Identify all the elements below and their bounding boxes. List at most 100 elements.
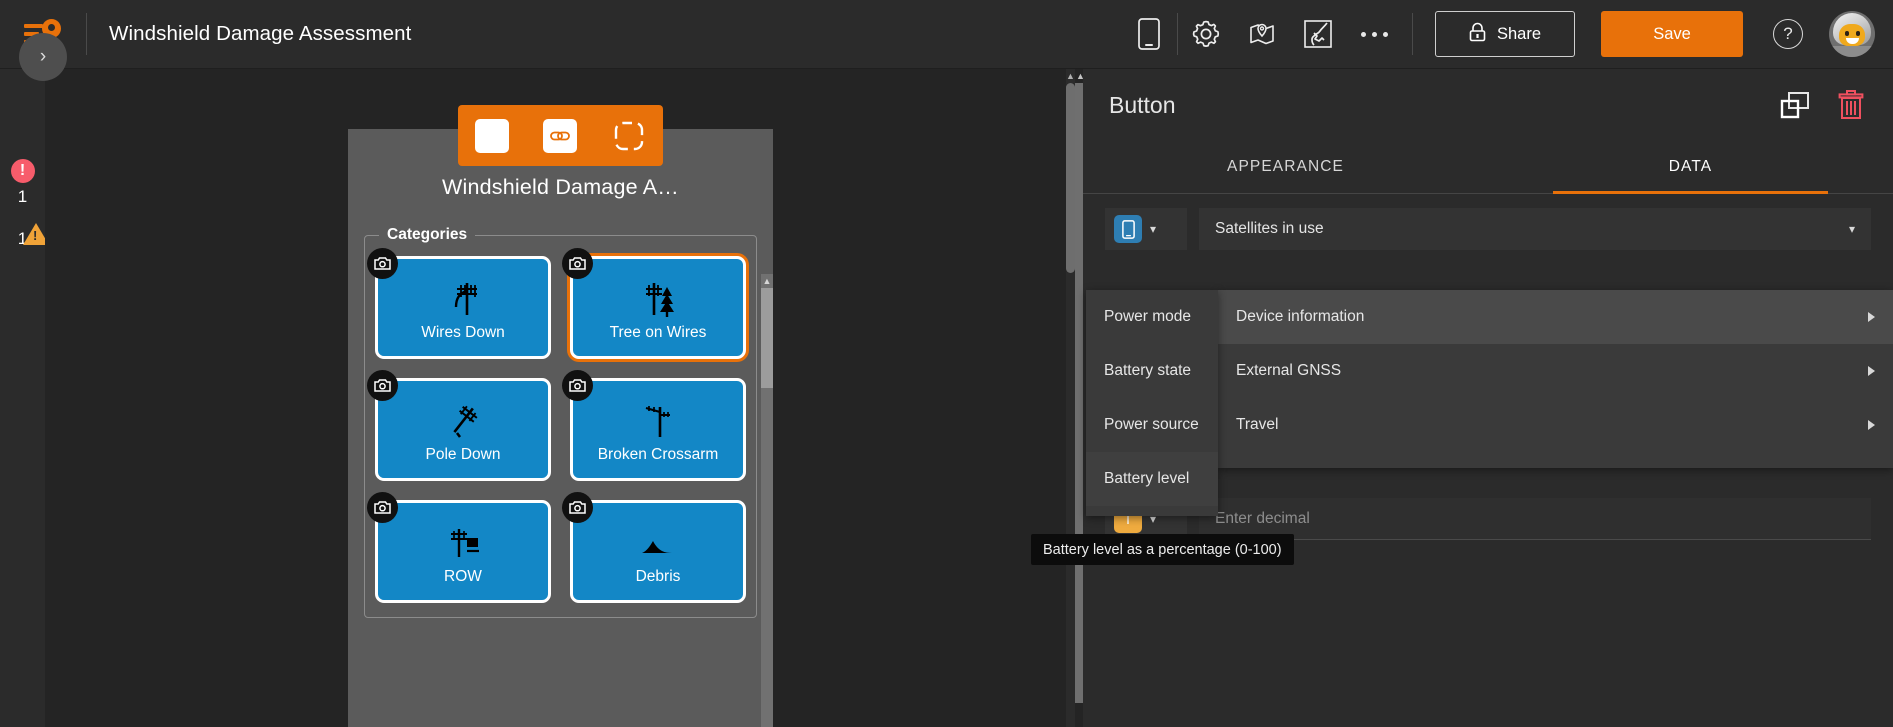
error-badge[interactable]: ! 1 — [0, 159, 45, 207]
share-button[interactable]: Share — [1435, 11, 1575, 57]
category-grid: Wires Down Tree on Wires Pole Down Broke… — [367, 248, 746, 603]
wires-down-icon — [441, 277, 485, 326]
map-pin-icon[interactable] — [1234, 6, 1290, 62]
menu-item-label: Power mode — [1104, 308, 1192, 325]
duplicate-tool-icon[interactable] — [612, 119, 646, 153]
chevron-right-icon — [1868, 312, 1875, 322]
satellites-select[interactable]: Satellites in use ▾ — [1199, 208, 1871, 250]
warning-badge[interactable]: 1 — [0, 223, 49, 249]
category-button-wires-down[interactable]: Wires Down — [367, 248, 551, 359]
menu-item-label: Device information — [1236, 308, 1365, 325]
duplicate-icon[interactable] — [1775, 85, 1815, 125]
categories-group-label: Categories — [387, 226, 468, 243]
save-button-label: Save — [1653, 24, 1691, 43]
expand-panel-label: › — [39, 46, 47, 67]
mobile-preview-icon[interactable] — [1121, 6, 1177, 62]
camera-icon[interactable] — [367, 370, 398, 401]
menu-item-battery-level[interactable]: Battery level — [1086, 452, 1218, 506]
device-submenu: Device information External GNSS Travel — [1218, 290, 1893, 468]
category-button-tree-on-wires[interactable]: Tree on Wires — [562, 248, 746, 359]
category-label: Broken Crossarm — [597, 446, 719, 463]
category-button-debris[interactable]: Debris — [562, 492, 746, 603]
satellites-select-value: Satellites in use — [1215, 220, 1324, 237]
category-label: Wires Down — [421, 324, 505, 341]
tab-data-label: DATA — [1668, 158, 1713, 175]
menu-item-label: Power source — [1104, 416, 1199, 433]
error-count: 1 — [17, 187, 28, 206]
camera-icon[interactable] — [562, 492, 593, 523]
tab-data[interactable]: DATA — [1488, 141, 1893, 194]
panel-tabs: APPEARANCE DATA — [1083, 141, 1893, 194]
validation-badges: ! 1 1 — [0, 159, 49, 265]
map-region-icon[interactable] — [1290, 6, 1346, 62]
field-type-picker[interactable]: ▾ — [1105, 208, 1187, 250]
category-button-row[interactable]: ROW — [367, 492, 551, 603]
form-canvas: Windshield Damage A… Categories Wires Do… — [45, 69, 1075, 727]
select-tool-icon[interactable] — [475, 118, 510, 153]
chevron-down-icon: ▾ — [1848, 222, 1855, 236]
category-label: Debris — [635, 568, 681, 585]
topbar-divider-3 — [1412, 13, 1413, 55]
help-icon-label: ? — [1783, 24, 1793, 43]
category-button-pole-down[interactable]: Pole Down — [367, 370, 551, 481]
link-tool-icon[interactable] — [543, 118, 578, 153]
camera-icon[interactable] — [562, 370, 593, 401]
topbar-icon-group — [1121, 6, 1402, 62]
tree-on-wires-icon — [636, 277, 680, 326]
trash-icon[interactable] — [1831, 85, 1871, 125]
menu-item-external-gnss[interactable]: External GNSS — [1218, 344, 1893, 398]
tab-appearance[interactable]: APPEARANCE — [1083, 141, 1488, 193]
menu-item-travel[interactable]: Travel — [1218, 398, 1893, 452]
share-button-label: Share — [1496, 24, 1542, 43]
tooltip: Battery level as a percentage (0-100) — [1031, 534, 1294, 565]
pole-down-icon — [441, 399, 485, 448]
form-preview-card: Windshield Damage A… Categories Wires Do… — [348, 129, 773, 727]
row-icon — [441, 521, 485, 570]
menu-item-power-mode[interactable]: Power mode — [1086, 290, 1218, 344]
camera-icon[interactable] — [367, 492, 398, 523]
menu-item-device-information[interactable]: Device information — [1218, 290, 1893, 344]
tooltip-text: Battery level as a percentage (0-100) — [1043, 541, 1282, 558]
canvas-scroll-up-icon[interactable]: ▲ — [1066, 69, 1075, 83]
chevron-down-icon: ▾ — [1150, 222, 1157, 236]
debris-icon — [636, 521, 680, 570]
accuracy-decimal-input[interactable]: Enter decimal — [1199, 498, 1871, 540]
tab-appearance-label: APPEARANCE — [1227, 158, 1344, 175]
expand-panel-button[interactable]: › — [19, 33, 67, 81]
menu-item-battery-state[interactable]: Battery state — [1086, 344, 1218, 398]
device-chip-icon — [1114, 215, 1142, 243]
more-options-icon[interactable] — [1346, 6, 1402, 62]
lock-icon — [1469, 22, 1486, 47]
category-label: ROW — [444, 568, 482, 585]
broken-crossarm-icon — [636, 399, 680, 448]
camera-icon[interactable] — [367, 248, 398, 279]
chevron-right-icon — [1868, 420, 1875, 430]
category-button-broken-crossarm[interactable]: Broken Crossarm — [562, 370, 746, 481]
camera-icon[interactable] — [562, 248, 593, 279]
category-label: Pole Down — [425, 446, 501, 463]
menu-item-label: Travel — [1236, 416, 1279, 433]
page-title: Windshield Damage Assessment — [109, 22, 412, 45]
menu-item-power-source[interactable]: Power source — [1086, 398, 1218, 452]
top-bar: Windshield Damage Assessment Share Save … — [0, 0, 1893, 69]
panel-header: Button — [1083, 69, 1893, 141]
chevron-right-icon — [1868, 366, 1875, 376]
canvas-scrollbar[interactable]: ▲ — [1066, 69, 1075, 727]
device-information-submenu: Power mode Battery state Power source Ba… — [1086, 290, 1218, 516]
menu-item-label: External GNSS — [1236, 362, 1342, 379]
menu-item-label: Battery state — [1104, 362, 1192, 379]
categories-group: Categories Wires Down Tree on Wires Pole… — [364, 226, 757, 618]
error-icon: ! — [10, 159, 35, 183]
form-inner-scrollbar[interactable]: ▲ — [761, 274, 773, 727]
left-rail: ! 1 1 — [0, 69, 49, 727]
menu-item-label: Battery level — [1104, 470, 1190, 487]
scroll-thumb[interactable] — [761, 288, 773, 388]
accuracy-decimal-placeholder: Enter decimal — [1215, 509, 1310, 527]
save-button[interactable]: Save — [1601, 11, 1743, 57]
field-row-satellites: ▾ Satellites in use ▾ — [1083, 194, 1893, 250]
canvas-scroll-thumb[interactable] — [1066, 83, 1075, 273]
help-icon[interactable]: ? — [1773, 19, 1803, 49]
settings-gear-icon[interactable] — [1178, 6, 1234, 62]
scroll-up-icon[interactable]: ▲ — [761, 274, 773, 288]
avatar[interactable] — [1829, 11, 1875, 57]
